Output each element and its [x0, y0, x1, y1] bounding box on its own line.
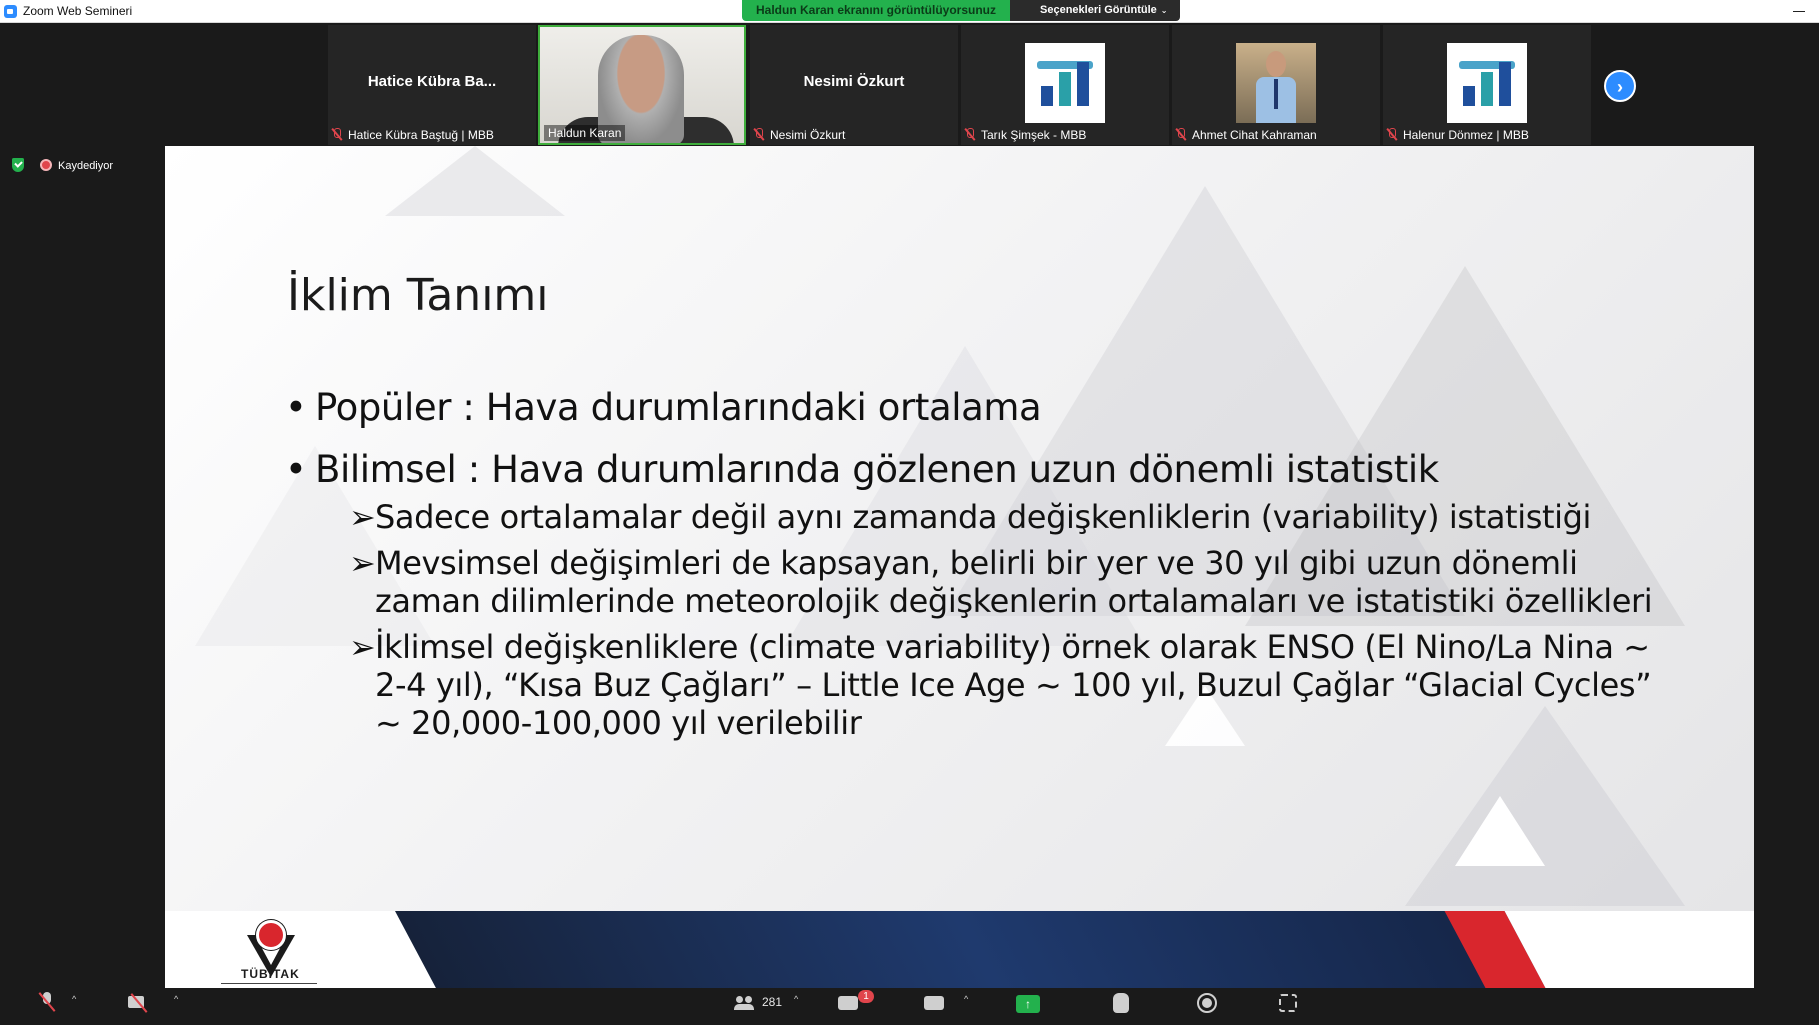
- participant-tile-active-speaker[interactable]: Haldun Karan: [538, 25, 746, 145]
- slide-body: Popüler : Hava durumlarındaki ortalama B…: [285, 382, 1685, 750]
- bg-triangle: [385, 146, 565, 216]
- mic-muted-icon[interactable]: [38, 992, 56, 1012]
- participants-caret-icon[interactable]: ^: [794, 994, 798, 1004]
- mic-muted-icon: [332, 128, 342, 141]
- screen-share-banner: Haldun Karan ekranını görüntülüyorsunuz: [742, 0, 1010, 21]
- focus-icon[interactable]: [1279, 994, 1297, 1012]
- mbb-logo-icon: [1447, 43, 1527, 123]
- slide-subbullet: ➢ Mevsimsel değişimleri de kapsayan, beli…: [285, 544, 1685, 620]
- participant-tile[interactable]: Hatice Kübra Ba... Hatice Kübra Baştuğ |…: [328, 25, 536, 145]
- raise-hand-icon[interactable]: [1113, 993, 1129, 1013]
- arrow-bullet-icon: ➢: [349, 498, 376, 536]
- chevron-down-icon: ⌄: [1160, 6, 1168, 15]
- meeting-toolbar: ^ ^ 281 ^ 1 ^ ↑: [0, 988, 1819, 1025]
- mic-muted-icon: [965, 128, 975, 141]
- participants-icon[interactable]: [734, 996, 756, 1010]
- participant-count[interactable]: 281: [762, 995, 782, 1009]
- participant-name: Ahmet Cihat Kahraman: [1192, 128, 1317, 142]
- participant-name: Tarık Şimşek - MBB: [981, 128, 1087, 142]
- slide-bullet: Popüler : Hava durumlarındaki ortalama: [285, 382, 1685, 434]
- next-participants-button[interactable]: ›: [1604, 70, 1636, 102]
- shared-screen-slide: İklim Tanımı Popüler : Hava durumlarında…: [165, 146, 1754, 988]
- minimize-icon[interactable]: [1793, 11, 1805, 12]
- qa-icon[interactable]: [838, 996, 858, 1010]
- qa-badge: 1: [858, 990, 874, 1003]
- tubitak-logo-text: TÜBİTAK: [241, 967, 300, 981]
- mic-muted-icon: [1387, 128, 1397, 141]
- window-title: Zoom Web Semineri: [23, 4, 133, 18]
- participant-label: Tarık Şimşek - MBB: [965, 127, 1086, 143]
- slide-subbullet: ➢ İklimsel değişkenliklere (climate varia…: [285, 628, 1685, 742]
- camera-off-icon[interactable]: [128, 994, 152, 1010]
- record-icon[interactable]: [1197, 993, 1217, 1013]
- participant-name: Nesimi Özkurt: [770, 128, 846, 142]
- camera-options-caret-icon[interactable]: ^: [174, 994, 178, 1004]
- participant-video-strip: Hatice Kübra Ba... Hatice Kübra Baştuğ |…: [0, 23, 1819, 145]
- subbullet-text: İklimsel değişkenliklere (climate variab…: [375, 628, 1652, 742]
- arrow-bullet-icon: ➢: [349, 628, 376, 666]
- subbullet-text: Sadece ortalamalar değil aynı zamanda de…: [375, 498, 1592, 536]
- slide-subbullet: ➢ Sadece ortalamalar değil aynı zamanda d…: [285, 498, 1685, 536]
- participant-tile[interactable]: Ahmet Cihat Kahraman: [1172, 25, 1380, 145]
- mic-options-caret-icon[interactable]: ^: [72, 994, 76, 1004]
- participant-name: Hatice Kübra Baştuğ | MBB: [348, 128, 494, 142]
- participant-label: Hatice Kübra Baştuğ | MBB: [332, 127, 494, 143]
- participant-label: Halenur Dönmez | MBB: [1387, 127, 1529, 143]
- slide-footer: TÜBİTAK: [165, 911, 1754, 988]
- participant-tile[interactable]: Halenur Dönmez | MBB: [1383, 25, 1591, 145]
- share-screen-icon[interactable]: ↑: [1016, 995, 1040, 1013]
- bg-triangle: [1455, 796, 1545, 866]
- subbullet-text: Mevsimsel değişimleri de kapsayan, belir…: [375, 544, 1653, 620]
- view-options-button[interactable]: Seçenekleri Görüntüle ⌄: [1010, 0, 1180, 21]
- participant-display-name: Hatice Kübra Ba...: [367, 73, 497, 90]
- mbb-logo-icon: [1025, 43, 1105, 123]
- logo-underline: [221, 983, 317, 984]
- shield-check-icon: [12, 158, 24, 172]
- record-dot-icon: [40, 159, 52, 171]
- arrow-bullet-icon: ➢: [349, 544, 376, 582]
- footer-white-wedge: [1504, 911, 1754, 988]
- chat-icon[interactable]: [924, 996, 944, 1010]
- chat-caret-icon[interactable]: ^: [964, 994, 968, 1004]
- zoom-app-icon: [4, 5, 17, 18]
- mic-muted-icon: [1176, 128, 1186, 141]
- participant-label: Haldun Karan: [544, 125, 626, 141]
- participant-tile[interactable]: Tarık Şimşek - MBB: [961, 25, 1169, 145]
- participant-label: Nesimi Özkurt: [754, 127, 845, 143]
- slide-title: İklim Tanımı: [287, 270, 549, 321]
- mic-muted-icon: [754, 128, 764, 141]
- participant-name: Haldun Karan: [548, 126, 622, 140]
- recording-indicator[interactable]: Kaydediyor: [12, 158, 113, 174]
- chevron-right-icon: ›: [1617, 77, 1623, 97]
- participant-tile[interactable]: Nesimi Özkurt Nesimi Özkurt: [750, 25, 958, 145]
- participant-display-name: Nesimi Özkurt: [803, 73, 905, 90]
- participant-photo: [1236, 43, 1316, 123]
- recording-label: Kaydediyor: [58, 160, 114, 172]
- participant-name: Halenur Dönmez | MBB: [1403, 128, 1529, 142]
- slide-bullet: Bilimsel : Hava durumlarında gözlenen uz…: [285, 444, 1685, 496]
- participant-label: Ahmet Cihat Kahraman: [1176, 127, 1317, 143]
- view-options-label: Seçenekleri Görüntüle: [1040, 4, 1157, 16]
